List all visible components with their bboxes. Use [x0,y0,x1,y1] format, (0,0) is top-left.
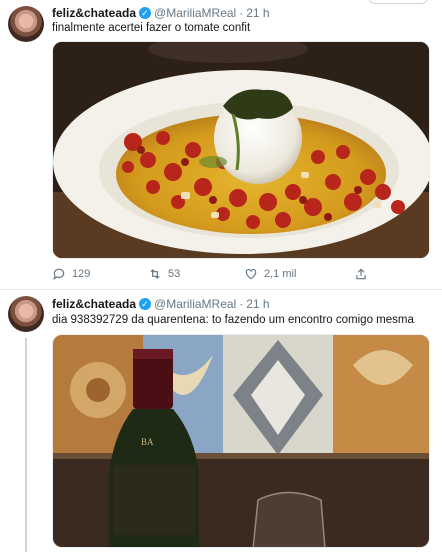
tweet-text: dia 938392729 da quarentena: to fazendo … [52,314,414,326]
like-count: 2,1 mil [264,268,297,280]
reply-icon [53,268,65,281]
share-button[interactable] [354,267,368,281]
food-photo-icon [53,42,429,258]
tweet-photo[interactable]: BA [52,334,430,548]
tweet-header: feliz&chateada ✓ @MariliaMReal · 21 h [52,296,270,312]
tweet-header: feliz&chateada ✓ @MariliaMReal · 21 h [52,5,270,21]
bottle-label: BA [141,437,154,447]
like-button[interactable]: 2,1 mil [244,267,296,281]
avatar[interactable] [8,6,44,42]
author-handle[interactable]: @MariliaMReal [154,6,236,20]
reply-button[interactable]: 129 [52,267,90,281]
author-name[interactable]: feliz&chateada [52,297,136,311]
separator: · [239,6,244,20]
retweet-icon [150,269,160,279]
tweet-actions: 129 53 2,1 mil [52,264,412,284]
timestamp[interactable]: 21 h [246,297,269,311]
author-name[interactable]: feliz&chateada [52,6,136,20]
tweet-text: finalmente acertei fazer o tomate confit [52,22,251,34]
separator: · [239,297,244,311]
verified-badge-icon: ✓ [139,7,152,19]
verified-badge-icon: ✓ [139,298,152,310]
avatar[interactable] [8,296,44,332]
author-handle[interactable]: @MariliaMReal [154,297,236,311]
thread-line [25,338,27,552]
wine-photo-icon: BA [53,335,429,547]
reply-count: 129 [72,268,91,280]
retweet-button[interactable]: 53 [148,267,180,281]
tweet-photo[interactable] [52,41,430,259]
share-icon [356,268,366,280]
tweet[interactable]: feliz&chateada ✓ @MariliaMReal · 21 h fi… [0,0,442,290]
retweet-count: 53 [168,268,181,280]
timestamp[interactable]: 21 h [246,6,269,20]
heart-icon [245,269,257,280]
